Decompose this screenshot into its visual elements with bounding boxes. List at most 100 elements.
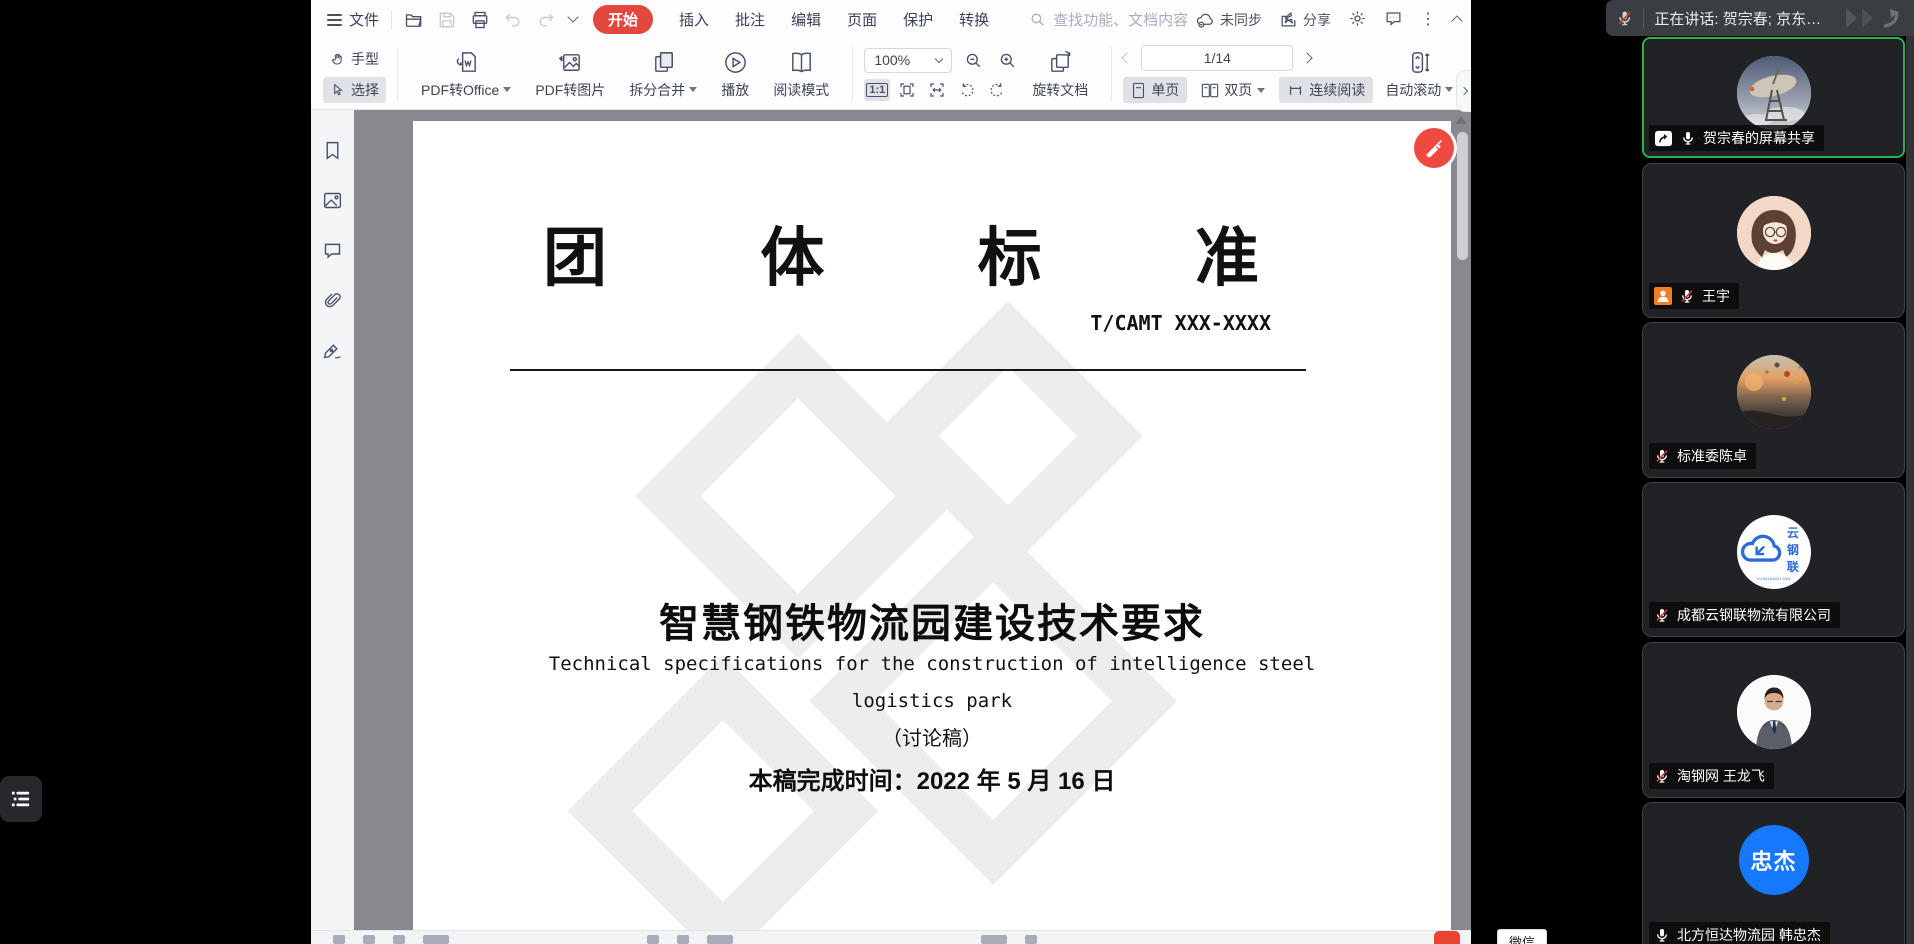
wps-floating-badge[interactable]	[1414, 128, 1454, 168]
avatar: 忠杰	[1739, 825, 1809, 895]
fit-width-button[interactable]	[924, 79, 950, 101]
hand-icon	[330, 51, 346, 67]
collapse-ribbon-button[interactable]	[1453, 12, 1461, 28]
search-input[interactable]: 查找功能、文档内容	[1029, 9, 1188, 30]
zoom-level-select[interactable]: 100%	[864, 48, 952, 73]
double-page-toggle[interactable]: 双页	[1193, 77, 1273, 103]
settings-button[interactable]	[1348, 9, 1367, 31]
bookmark-icon	[322, 140, 343, 161]
tab-edit[interactable]: 编辑	[791, 9, 821, 30]
participant-tile[interactable]: 王宇	[1642, 163, 1905, 318]
statusbar-icon[interactable]	[363, 935, 375, 944]
images-panel-button[interactable]	[322, 190, 343, 216]
statusbar-icon[interactable]	[647, 935, 659, 944]
mic-muted-icon	[1679, 288, 1695, 304]
statusbar-icon[interactable]	[423, 935, 449, 944]
sync-status-button[interactable]: 未同步	[1194, 10, 1262, 30]
play-label: 播放	[721, 80, 749, 100]
ghost-arrows-icon	[1838, 5, 1910, 31]
more-options-button[interactable]: ⋮	[1420, 15, 1436, 25]
mic-muted-icon	[1616, 9, 1633, 27]
tab-convert[interactable]: 转换	[959, 9, 989, 30]
statusbar-zoom-slider[interactable]	[981, 935, 1007, 944]
header-char: 体	[760, 207, 824, 299]
toolbar-overflow-expander[interactable]	[1456, 70, 1471, 112]
statusbar-icon[interactable]	[333, 935, 345, 944]
participant-tile[interactable]: 忠杰 北方恒达物流园 韩忠杰	[1642, 802, 1905, 944]
share-button[interactable]: 分享	[1279, 10, 1331, 30]
caret-down-icon	[689, 87, 697, 92]
taskbar-app-icon[interactable]	[1434, 931, 1460, 944]
print-button[interactable]	[470, 10, 490, 30]
attachments-panel-button[interactable]	[322, 290, 343, 316]
open-file-button[interactable]	[404, 10, 424, 30]
vertical-scrollbar-thumb[interactable]	[1457, 132, 1468, 260]
participant-tile[interactable]: 云钢联 YUNGANGLIAN 成都云钢联物流有限公司	[1642, 482, 1905, 637]
play-icon	[722, 49, 749, 76]
comments-panel-button[interactable]	[322, 240, 343, 266]
toolbar: 手型 选择 PDF转Office PDF转图片 拆分合并	[311, 39, 1471, 110]
share-icon	[1279, 10, 1298, 29]
statusbar-icon[interactable]	[1025, 935, 1037, 944]
auto-scroll-icon	[1406, 49, 1433, 76]
rotate-right-button[interactable]	[984, 79, 1010, 101]
pdf-to-image-button[interactable]: PDF转图片	[523, 49, 617, 100]
tab-comment[interactable]: 批注	[735, 9, 765, 30]
actual-size-button[interactable]: 1:1	[864, 79, 890, 101]
signature-panel-button[interactable]	[322, 340, 343, 366]
select-tool-button[interactable]: 选择	[323, 77, 386, 103]
next-page-button[interactable]	[1303, 49, 1311, 67]
previous-page-button[interactable]	[1123, 49, 1131, 67]
zoom-in-button[interactable]	[994, 49, 1020, 71]
continuous-read-toggle[interactable]: 连续阅读	[1279, 77, 1373, 103]
statusbar-icon[interactable]	[393, 935, 405, 944]
play-button[interactable]: 播放	[709, 49, 761, 100]
file-menu-button[interactable]: 文件	[327, 9, 379, 30]
tab-page[interactable]: 页面	[847, 9, 877, 30]
hand-tool-button[interactable]: 手型	[323, 46, 386, 72]
fit-page-button[interactable]	[894, 79, 920, 101]
rotate-document-button[interactable]: 旋转文档	[1020, 49, 1100, 100]
statusbar-icon[interactable]	[707, 935, 733, 944]
pdf-to-office-button[interactable]: PDF转Office	[409, 49, 523, 100]
outline-toc-button[interactable]	[0, 776, 42, 822]
zoom-out-button[interactable]	[960, 49, 986, 71]
pdf-page: 团 体 标 准 T/CAMT XXX-XXXX 智慧钢铁物流园建设技术要求 Te…	[413, 121, 1451, 930]
continuous-read-label: 连续阅读	[1309, 80, 1365, 100]
participant-tile[interactable]: 淘钢网 王龙飞	[1642, 642, 1905, 798]
tab-insert[interactable]: 插入	[679, 9, 709, 30]
gear-icon	[1348, 9, 1367, 28]
participant-tile[interactable]: 标准委陈卓	[1642, 322, 1905, 478]
chevron-right-icon	[1460, 87, 1468, 95]
printer-icon	[470, 10, 490, 30]
woman-avatar	[1737, 196, 1811, 270]
redo-button[interactable]	[536, 10, 556, 30]
divider	[1111, 47, 1112, 101]
avatar	[1737, 196, 1811, 270]
read-mode-button[interactable]: 阅读模式	[761, 49, 841, 100]
participant-label: 淘钢网 王龙飞	[1649, 763, 1774, 789]
avatar	[1737, 56, 1811, 130]
rotate-left-button[interactable]	[954, 79, 980, 101]
participant-tile[interactable]: 贺宗春的屏幕共享	[1642, 37, 1905, 158]
statusbar-icon[interactable]	[677, 935, 689, 944]
watermark-pattern	[533, 371, 1273, 930]
participant-name: 王宇	[1702, 286, 1730, 306]
participant-label: 标准委陈卓	[1649, 443, 1756, 469]
meeting-panel-edge	[1906, 0, 1914, 944]
scroll-up-arrow[interactable]	[1455, 116, 1467, 124]
tab-home[interactable]: 开始	[593, 5, 653, 34]
participant-name: 成都云钢联物流有限公司	[1677, 605, 1831, 625]
split-merge-button[interactable]: 拆分合并	[617, 49, 709, 100]
auto-scroll-button[interactable]: 自动滚动	[1373, 49, 1465, 100]
tab-protect[interactable]: 保护	[903, 9, 933, 30]
signature-pen-icon	[322, 340, 343, 361]
comments-button[interactable]	[1384, 9, 1403, 31]
image-icon	[322, 190, 343, 211]
single-page-toggle[interactable]: 单页	[1123, 77, 1187, 103]
page-indicator-input[interactable]: 1/14	[1141, 45, 1293, 71]
bookmarks-panel-button[interactable]	[322, 140, 343, 166]
quick-access-dropdown[interactable]	[569, 11, 577, 29]
save-button[interactable]	[437, 10, 457, 30]
undo-button[interactable]	[503, 10, 523, 30]
